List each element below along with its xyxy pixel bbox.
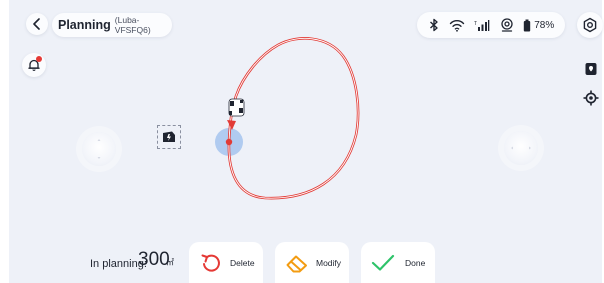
charging-station-icon (163, 131, 175, 142)
wifi-icon (449, 19, 465, 32)
left-joystick[interactable] (82, 132, 116, 166)
notification-dot (36, 56, 42, 62)
chevron-left-icon (33, 18, 40, 30)
map-marker-icon (585, 63, 597, 75)
page-title: Planning (58, 18, 111, 32)
notification-button[interactable] (22, 53, 46, 77)
undo-icon (201, 254, 220, 272)
right-joystick[interactable] (504, 131, 538, 165)
delete-button[interactable]: Delete (189, 242, 263, 283)
map-layers-button[interactable] (580, 58, 602, 80)
svg-text:T: T (474, 21, 477, 27)
checkmark-icon (371, 254, 395, 271)
joystick-arrows-icon (511, 146, 531, 150)
planning-area-value: 300 (138, 249, 170, 270)
joystick-arrows-icon (97, 139, 101, 159)
battery-icon (524, 19, 531, 31)
planning-area-unit: ㎡ (166, 258, 174, 267)
charging-station-marker[interactable] (157, 125, 181, 149)
modify-button[interactable]: Modify (275, 242, 349, 283)
done-button[interactable]: Done (361, 242, 435, 283)
eraser-icon (286, 255, 307, 272)
gear-icon (583, 17, 597, 33)
modify-label: Modify (316, 257, 342, 268)
delete-label: Delete (230, 257, 255, 268)
locate-button[interactable] (580, 87, 602, 109)
battery-percent: 78% (534, 19, 555, 31)
back-button[interactable] (26, 13, 48, 35)
battery-indicator: 78% (523, 19, 554, 32)
done-label: Done (405, 257, 426, 268)
crosshair-icon (583, 90, 599, 106)
status-bar: T 78% (417, 12, 565, 38)
bluetooth-icon (429, 18, 438, 32)
device-name: (Luba-VFSFQ6) (114, 15, 151, 35)
cellular-signal-icon: T (474, 19, 490, 31)
title-bar: Planning (Luba-VFSFQ6) (52, 13, 172, 37)
settings-button[interactable] (577, 12, 603, 38)
rtk-antenna-icon (501, 18, 513, 32)
